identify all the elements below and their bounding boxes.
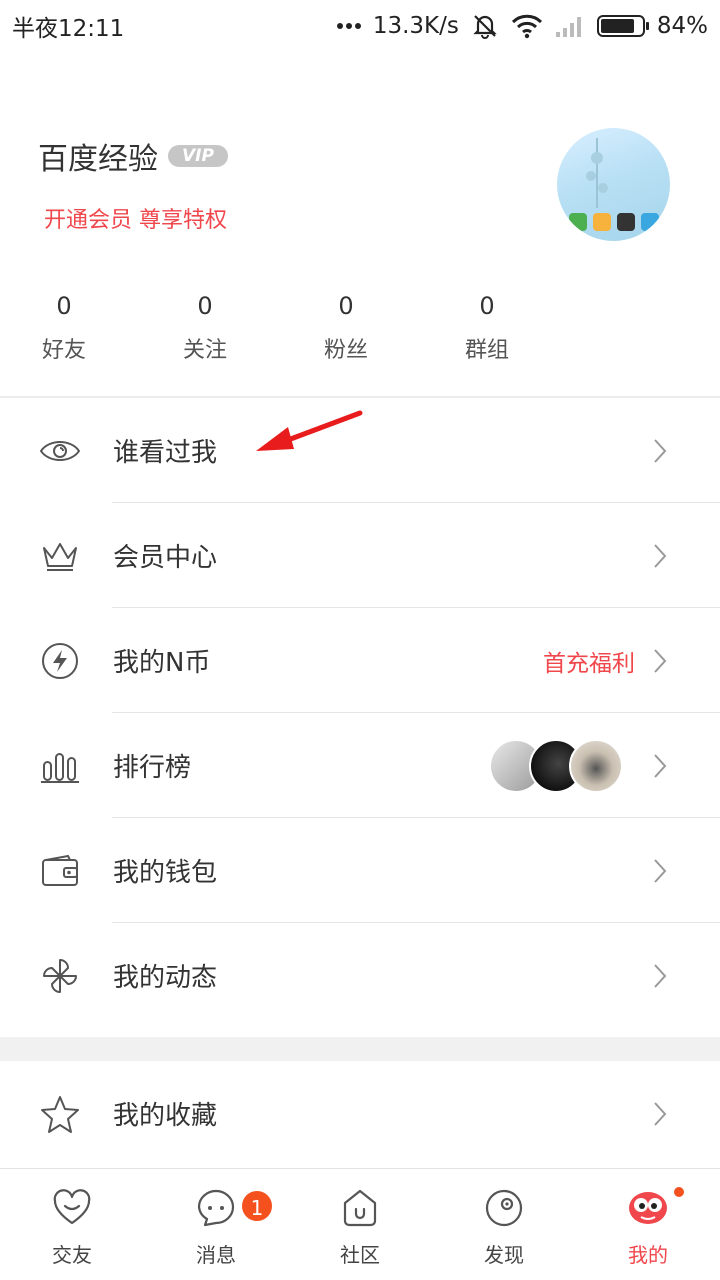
heart-chat-icon bbox=[53, 1189, 91, 1225]
menu-item-label: 我的收藏 bbox=[113, 1101, 218, 1131]
stat-groups[interactable]: 0 群组 bbox=[442, 292, 532, 364]
menu-item-label: 我的N币 bbox=[113, 648, 211, 678]
chevron-right-icon bbox=[654, 753, 667, 778]
avatar[interactable] bbox=[557, 128, 670, 241]
vip-promo-link[interactable]: 开通会员 尊享特权 bbox=[44, 202, 227, 234]
star-icon bbox=[38, 1092, 82, 1136]
menu-item-wallet[interactable]: 我的钱包 bbox=[0, 818, 720, 923]
network-speed: 13.3K/s bbox=[372, 13, 459, 39]
pinwheel-icon bbox=[38, 954, 82, 998]
nav-label: 社区 bbox=[340, 1243, 380, 1267]
nav-tab-messages[interactable]: 1 消息 bbox=[144, 1169, 288, 1280]
leaderboard-avatars bbox=[489, 738, 623, 793]
menu-item-favorites[interactable]: 我的收藏 bbox=[0, 1061, 720, 1166]
menu-item-label: 排行榜 bbox=[113, 753, 192, 783]
nav-label: 发现 bbox=[484, 1243, 524, 1267]
chevron-right-icon bbox=[654, 648, 667, 673]
bar-chart-icon bbox=[38, 744, 82, 788]
battery-percent: 84% bbox=[656, 13, 708, 39]
nav-tab-discover[interactable]: 发现 bbox=[432, 1169, 576, 1280]
wallet-icon bbox=[38, 849, 82, 893]
chevron-right-icon bbox=[654, 858, 667, 883]
nav-tab-me[interactable]: 我的 bbox=[576, 1169, 720, 1280]
menu-item-n-coin[interactable]: 我的N币 首充福利 bbox=[0, 608, 720, 713]
crown-icon bbox=[38, 534, 82, 578]
wifi-icon bbox=[511, 13, 543, 39]
nav-tab-community[interactable]: 社区 bbox=[288, 1169, 432, 1280]
message-icon bbox=[197, 1189, 235, 1227]
annotation-arrow-icon bbox=[256, 410, 363, 451]
chevron-right-icon bbox=[654, 1101, 667, 1126]
status-bar: 半夜12:11 13.3K/s 84% bbox=[0, 0, 720, 52]
menu-item-vip-center[interactable]: 会员中心 bbox=[0, 503, 720, 608]
battery-icon bbox=[596, 15, 649, 37]
stat-label: 好友 bbox=[41, 338, 86, 363]
stat-friends[interactable]: 0 好友 bbox=[19, 292, 109, 364]
stat-value: 0 bbox=[197, 292, 213, 320]
menu-list-secondary: 我的收藏 bbox=[0, 1061, 720, 1166]
bottom-nav: 交友 1 消息 社区 发现 我的 bbox=[0, 1168, 720, 1280]
menu-item-label: 会员中心 bbox=[113, 543, 218, 573]
status-time: 半夜12:11 bbox=[12, 16, 125, 42]
stat-value: 0 bbox=[479, 292, 495, 320]
profile-header: 百度经验 VIP 开通会员 尊享特权 0 好友 0 关注 0 粉丝 0 群组 bbox=[0, 52, 720, 397]
chevron-right-icon bbox=[654, 963, 667, 988]
community-icon bbox=[343, 1189, 377, 1227]
stat-label: 关注 bbox=[182, 338, 227, 363]
vip-badge: VIP bbox=[168, 145, 228, 167]
stat-fans[interactable]: 0 粉丝 bbox=[301, 292, 391, 364]
chevron-right-icon bbox=[654, 543, 667, 568]
mute-icon bbox=[471, 12, 499, 40]
username-row[interactable]: 百度经验 VIP bbox=[38, 134, 228, 178]
first-recharge-promo: 首充福利 bbox=[543, 650, 635, 677]
nav-label: 我的 bbox=[628, 1243, 668, 1267]
menu-item-label: 我的动态 bbox=[113, 963, 218, 993]
coin-icon bbox=[38, 639, 82, 683]
menu-item-label: 我的钱包 bbox=[113, 858, 218, 888]
signal-icon bbox=[555, 14, 585, 38]
more-dots-icon bbox=[336, 22, 361, 30]
menu-list: 谁看过我 会员中心 我的N币 首充福利 排行榜 我的钱包 我的动态 bbox=[0, 398, 720, 1028]
stat-following[interactable]: 0 关注 bbox=[160, 292, 250, 364]
section-gap bbox=[0, 1037, 720, 1061]
username: 百度经验 bbox=[38, 142, 158, 177]
rank-avatar bbox=[569, 738, 623, 793]
stat-value: 0 bbox=[56, 292, 72, 320]
menu-item-label: 谁看过我 bbox=[113, 438, 218, 468]
stat-label: 群组 bbox=[464, 338, 509, 363]
nav-label: 交友 bbox=[52, 1243, 92, 1267]
unread-badge: 1 bbox=[240, 1189, 274, 1223]
notification-dot bbox=[674, 1187, 684, 1197]
nav-label: 消息 bbox=[196, 1243, 236, 1267]
stat-value: 0 bbox=[338, 292, 354, 320]
nav-tab-friends[interactable]: 交友 bbox=[0, 1169, 144, 1280]
discover-icon bbox=[485, 1189, 523, 1227]
me-icon bbox=[629, 1192, 667, 1224]
eye-icon bbox=[38, 429, 82, 473]
stat-label: 粉丝 bbox=[323, 338, 368, 363]
menu-item-moments[interactable]: 我的动态 bbox=[0, 923, 720, 1028]
menu-item-leaderboard[interactable]: 排行榜 bbox=[0, 713, 720, 818]
chevron-right-icon bbox=[654, 438, 667, 463]
